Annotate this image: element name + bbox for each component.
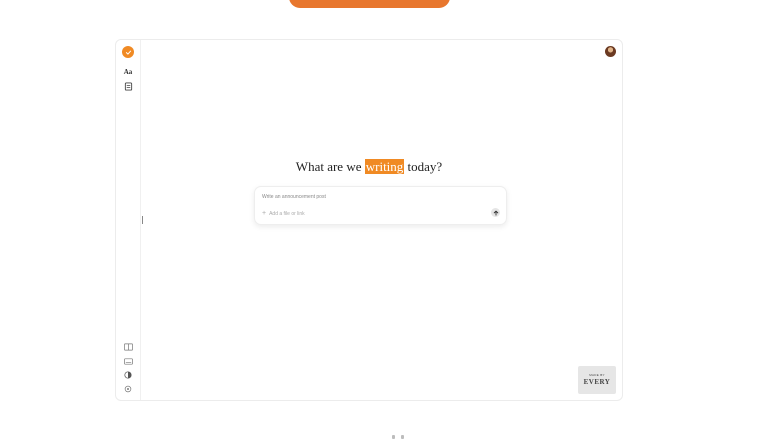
sidebar-resize-handle[interactable] bbox=[142, 216, 143, 224]
keyboard-icon[interactable] bbox=[122, 355, 134, 367]
bottom-mark bbox=[392, 435, 395, 439]
settings-icon[interactable] bbox=[122, 383, 134, 395]
arrow-up-icon bbox=[493, 210, 498, 216]
top-banner-button[interactable] bbox=[289, 0, 450, 8]
badge-brand-text: EVERY bbox=[583, 378, 611, 386]
composer-box: + Add a file or link bbox=[254, 186, 507, 225]
bottom-mark bbox=[401, 435, 404, 439]
user-avatar[interactable] bbox=[605, 46, 616, 57]
logo-check-icon[interactable] bbox=[122, 46, 134, 58]
sidebar: Aa bbox=[116, 40, 141, 400]
made-by-every-badge[interactable]: MADE BY EVERY bbox=[578, 366, 616, 394]
headline-highlight: writing bbox=[364, 159, 405, 174]
send-button[interactable] bbox=[491, 208, 500, 217]
font-icon-label: Aa bbox=[123, 67, 133, 76]
page-headline: What are we writing today? bbox=[116, 159, 622, 175]
app-window: Aa What are we writing today? + Add a fi… bbox=[115, 39, 623, 401]
book-icon[interactable] bbox=[122, 341, 134, 353]
badge-top-text: MADE BY bbox=[589, 373, 605, 377]
attach-label: Add a file or link bbox=[269, 210, 305, 217]
attach-button[interactable]: + Add a file or link bbox=[262, 210, 305, 217]
headline-suffix: today? bbox=[407, 159, 443, 174]
document-icon[interactable] bbox=[122, 80, 134, 92]
bottom-marks bbox=[392, 435, 412, 439]
contrast-icon[interactable] bbox=[122, 369, 134, 381]
font-icon[interactable]: Aa bbox=[122, 66, 134, 78]
plus-icon: + bbox=[262, 210, 267, 217]
composer-input[interactable] bbox=[262, 194, 482, 200]
headline-prefix: What are we bbox=[295, 159, 362, 174]
